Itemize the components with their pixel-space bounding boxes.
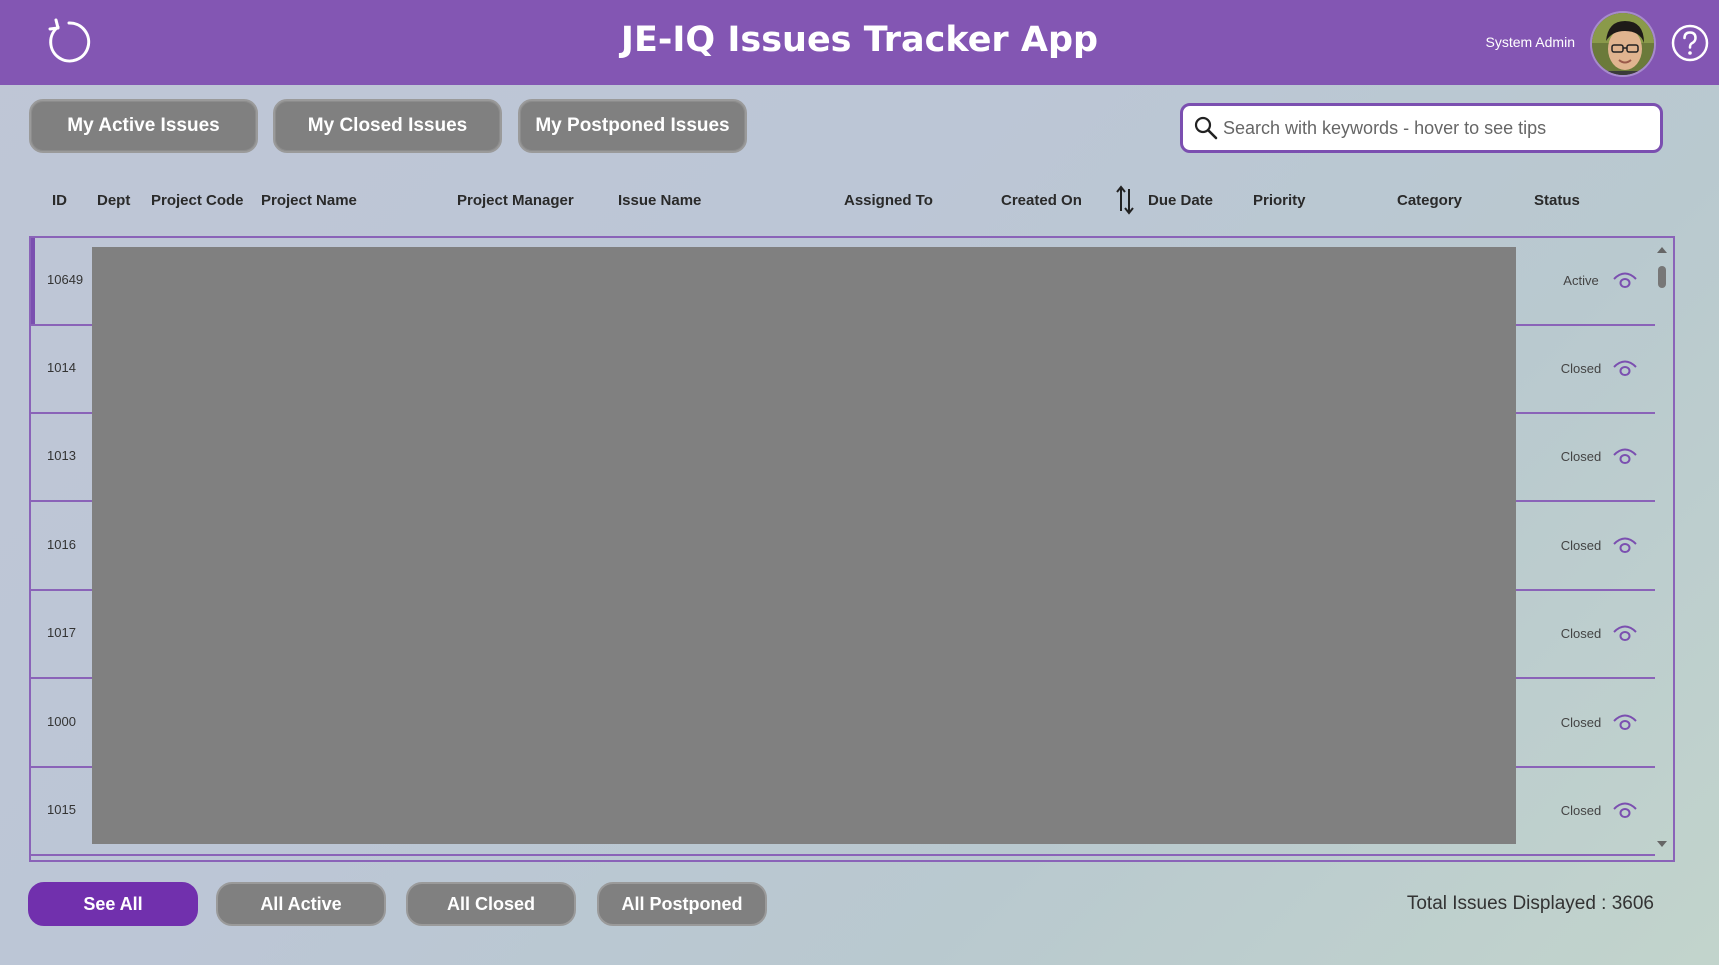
redacted-area	[92, 247, 1516, 844]
search-icon	[1194, 116, 1218, 140]
all-closed-button[interactable]: All Closed	[406, 882, 576, 926]
column-header-project-code: Project Code	[151, 192, 244, 209]
column-header-assigned-to: Assigned To	[844, 192, 933, 209]
column-header-status: Status	[1534, 192, 1580, 209]
help-circle-icon[interactable]	[1670, 23, 1710, 63]
view-eye-icon[interactable]	[1611, 270, 1639, 292]
column-header-category: Category	[1397, 192, 1463, 209]
column-header-issue-name: Issue Name	[618, 192, 702, 209]
search-input[interactable]	[1223, 112, 1653, 144]
row-id: 10649	[47, 272, 84, 287]
sort-icon[interactable]	[1114, 185, 1136, 215]
gallery-scrollbar[interactable]	[1653, 240, 1671, 854]
view-eye-icon[interactable]	[1611, 535, 1639, 557]
view-eye-icon[interactable]	[1611, 623, 1639, 645]
column-header-priority: Priority	[1253, 192, 1306, 209]
row-id: 1016	[47, 537, 76, 552]
user-name: System Admin	[1485, 34, 1575, 50]
see-all-button[interactable]: See All	[28, 882, 198, 926]
avatar	[1590, 11, 1656, 77]
row-id: 1000	[47, 714, 76, 729]
total-issues-count: Total Issues Displayed : 3606	[1406, 893, 1654, 914]
column-header-project-manager: Project Manager	[457, 192, 574, 209]
app-header: JE-IQ Issues Tracker App System Admin	[0, 0, 1719, 85]
all-postponed-button[interactable]: All Postponed	[597, 882, 767, 926]
column-header-created-on: Created On	[1001, 192, 1082, 209]
tab-my-active-issues[interactable]: My Active Issues	[29, 99, 258, 153]
view-eye-icon[interactable]	[1611, 712, 1639, 734]
refresh-icon[interactable]	[42, 16, 94, 68]
view-eye-icon[interactable]	[1611, 800, 1639, 822]
row-id: 1013	[47, 448, 76, 463]
row-id: 1017	[47, 625, 76, 640]
tab-my-postponed-issues[interactable]: My Postponed Issues	[518, 99, 747, 153]
tab-my-closed-issues[interactable]: My Closed Issues	[273, 99, 502, 153]
view-eye-icon[interactable]	[1611, 358, 1639, 380]
column-header-due-date[interactable]: Due Date	[1148, 192, 1213, 209]
all-active-button[interactable]: All Active	[216, 882, 386, 926]
scroll-thumb[interactable]	[1658, 266, 1666, 288]
column-header-id: ID	[52, 192, 67, 209]
scroll-down-arrow-icon[interactable]	[1657, 841, 1667, 847]
view-eye-icon[interactable]	[1611, 446, 1639, 468]
column-header-dept: Dept	[97, 192, 131, 209]
row-id: 1015	[47, 802, 76, 817]
column-header-project-name: Project Name	[261, 192, 357, 209]
scroll-up-arrow-icon[interactable]	[1657, 247, 1667, 253]
row-id: 1014	[47, 360, 76, 375]
search-box	[1180, 103, 1663, 153]
